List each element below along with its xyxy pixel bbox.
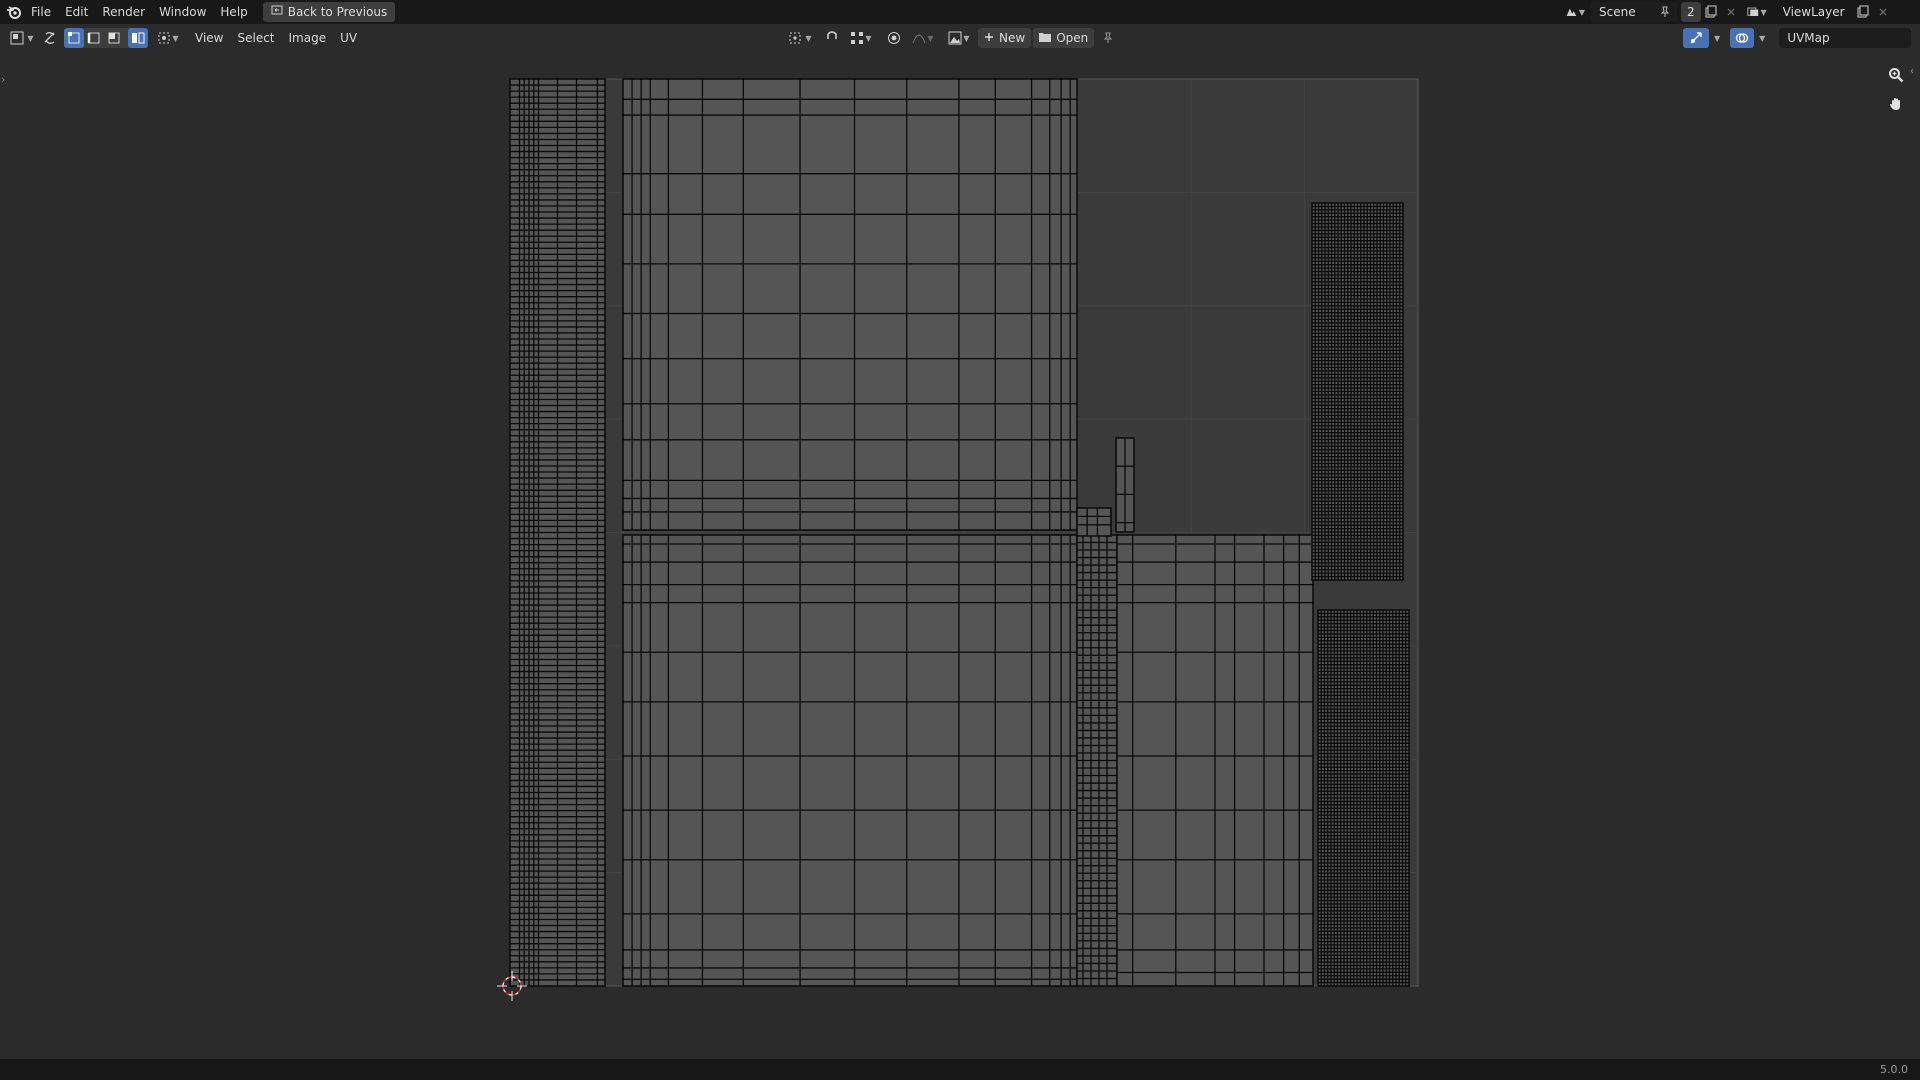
- sticky-select-icon[interactable]: ▼: [154, 28, 182, 48]
- hand-icon[interactable]: [1885, 93, 1907, 115]
- snap-icon[interactable]: ▼: [846, 28, 876, 48]
- select-mode-group: [64, 28, 148, 48]
- top-bar: File Edit Render Window Help Back to Pre…: [0, 0, 1920, 24]
- back-to-previous-button[interactable]: Back to Previous: [262, 2, 396, 22]
- new-view-layer-icon[interactable]: [1853, 2, 1873, 22]
- blender-logo-icon[interactable]: [4, 2, 24, 22]
- overlay-dropdown-icon[interactable]: ▼: [1759, 34, 1765, 43]
- close-view-layer-icon[interactable]: [1873, 2, 1893, 22]
- gizmo-dropdown-icon[interactable]: ▼: [1714, 34, 1720, 43]
- face-select-icon[interactable]: [104, 28, 124, 48]
- menu-uv[interactable]: UV: [333, 27, 364, 49]
- back-to-previous-label: Back to Previous: [287, 5, 388, 19]
- island-select-icon[interactable]: [128, 28, 148, 48]
- image-browse-icon[interactable]: ▼: [944, 28, 974, 48]
- menu-file[interactable]: File: [24, 1, 58, 23]
- pin-icon[interactable]: [1655, 2, 1675, 22]
- close-icon[interactable]: [1721, 2, 1741, 22]
- menu-select[interactable]: Select: [230, 27, 281, 49]
- folder-icon: [1039, 28, 1052, 48]
- new-scene-icon[interactable]: [1701, 2, 1721, 22]
- menu-window[interactable]: Window: [152, 1, 213, 23]
- proportional-edit-icon[interactable]: [884, 28, 904, 48]
- pin-image-icon[interactable]: [1098, 28, 1118, 48]
- scene-icon[interactable]: ▼: [1565, 2, 1585, 22]
- uv-editor-icon[interactable]: ▼: [8, 28, 36, 48]
- scene-users-count[interactable]: 2: [1681, 2, 1701, 22]
- falloff-icon[interactable]: ▼: [908, 28, 938, 48]
- new-image-button[interactable]: New: [978, 28, 1032, 48]
- snap-toggle-icon[interactable]: [822, 28, 842, 48]
- view-layer-icon[interactable]: ▼: [1747, 2, 1767, 22]
- uv-map-field[interactable]: UVMap: [1779, 28, 1912, 48]
- menu-help[interactable]: Help: [213, 1, 254, 23]
- navigate-dropdown-icon[interactable]: ‹: [1910, 66, 1914, 77]
- menu-view[interactable]: View: [188, 27, 230, 49]
- gizmo-icon[interactable]: [1683, 28, 1709, 48]
- menu-edit[interactable]: Edit: [58, 1, 95, 23]
- pivot-icon[interactable]: ▼: [786, 28, 814, 48]
- overlay-icon[interactable]: [1730, 28, 1755, 48]
- view-layer-name-field[interactable]: ViewLayer: [1775, 2, 1853, 22]
- open-image-label: Open: [1056, 31, 1089, 45]
- plus-icon: [984, 28, 994, 48]
- version-label: 5.0.0: [1880, 1063, 1908, 1076]
- new-image-label: New: [999, 31, 1026, 45]
- uv-viewport[interactable]: › ‹: [0, 51, 1920, 1059]
- uv-sync-icon[interactable]: [40, 28, 60, 48]
- back-icon: [271, 2, 283, 22]
- vertex-select-icon[interactable]: [64, 28, 84, 48]
- menu-image[interactable]: Image: [282, 27, 334, 49]
- menu-render[interactable]: Render: [95, 1, 152, 23]
- edge-select-icon[interactable]: [84, 28, 104, 48]
- open-image-button[interactable]: Open: [1033, 28, 1095, 48]
- zoom-icon[interactable]: [1885, 64, 1907, 86]
- status-bar: 5.0.0: [0, 1059, 1920, 1080]
- toolbar-expand-icon[interactable]: ›: [1, 73, 5, 86]
- uv-editor-header: ▼ ▼ View Select Image UV ▼ ▼ ▼ ▼ New Ope…: [0, 24, 1920, 51]
